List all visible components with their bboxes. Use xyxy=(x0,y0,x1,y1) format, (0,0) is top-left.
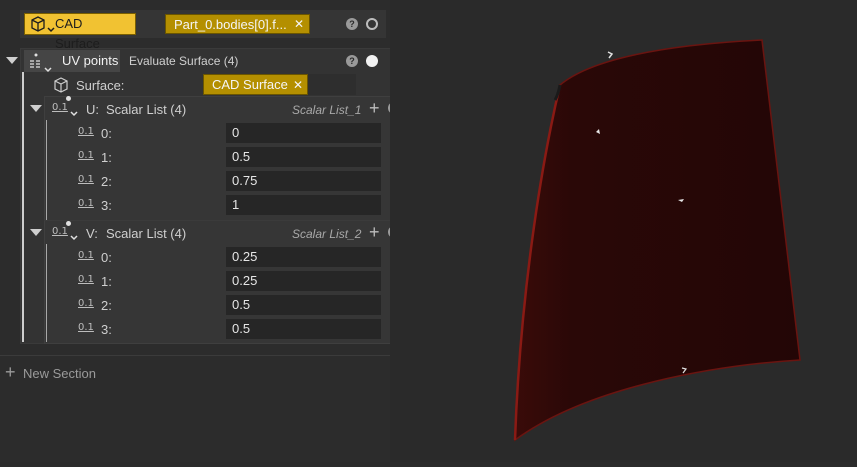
cad-surface-render xyxy=(513,39,801,442)
help-icon[interactable]: ? xyxy=(346,18,358,30)
3d-viewport[interactable] xyxy=(390,0,857,462)
chevron-down-icon[interactable] xyxy=(44,58,52,80)
collapse-triangle-icon[interactable] xyxy=(30,229,42,236)
chevron-down-icon[interactable] xyxy=(47,20,55,38)
add-v-item-button[interactable]: + xyxy=(369,222,380,243)
chevron-down-icon[interactable] xyxy=(70,104,78,122)
v-value-input[interactable]: 0.25 xyxy=(226,247,381,267)
v-index-3: 3: xyxy=(101,322,112,337)
scalar-item-icon: 0.1 xyxy=(78,174,94,185)
v-index-0: 0: xyxy=(101,250,112,265)
active-dot-icon[interactable] xyxy=(366,55,378,67)
chevron-down-icon[interactable] xyxy=(70,228,78,246)
new-section-button[interactable]: New Section xyxy=(23,366,96,381)
scalar-item-icon: 0.1 xyxy=(78,274,94,285)
add-u-item-button[interactable]: + xyxy=(369,98,380,119)
v-axis-label: V: xyxy=(86,226,98,241)
scalar-item-icon: 0.1 xyxy=(78,198,94,209)
clear-source-icon[interactable]: ✕ xyxy=(294,14,308,34)
u-index-1: 1: xyxy=(101,150,112,165)
u-list-hint: Scalar List_1 xyxy=(292,103,362,117)
v-list-hint: Scalar List_2 xyxy=(292,227,362,241)
source-reference-value: Part_0.bodies[0].f... xyxy=(174,17,287,32)
v-value-input[interactable]: 0.5 xyxy=(226,319,381,339)
scalar-item-icon: 0.1 xyxy=(78,298,94,309)
divider xyxy=(0,355,390,356)
v-list-title: Scalar List (4) xyxy=(106,226,187,241)
add-section-icon[interactable]: + xyxy=(5,362,16,383)
u-index-2: 2: xyxy=(101,174,112,189)
v-value-input[interactable]: 0.5 xyxy=(226,295,381,315)
uv-points-label: UV points xyxy=(62,53,119,68)
v-value-input[interactable]: 0.25 xyxy=(226,271,381,291)
clear-surface-icon[interactable]: ✕ xyxy=(293,75,307,95)
u-value-input[interactable]: 0 xyxy=(226,123,381,143)
operation-label: Evaluate Surface (4) xyxy=(129,54,239,68)
u-index-3: 3: xyxy=(101,198,112,213)
u-value-input[interactable]: 1 xyxy=(226,195,381,215)
u-index-0: 0: xyxy=(101,126,112,141)
node-type-label: CAD Surface xyxy=(55,16,100,51)
v-index-1: 1: xyxy=(101,274,112,289)
v-guide-line xyxy=(46,244,47,342)
surface-field-label: Surface: xyxy=(76,78,125,93)
u-list-title: Scalar List (4) xyxy=(106,102,187,117)
u-value-input[interactable]: 0.75 xyxy=(226,171,381,191)
u-guide-line xyxy=(46,120,47,220)
source-reference-chip[interactable]: Part_0.bodies[0].f... xyxy=(165,14,310,34)
bullet-icon xyxy=(66,96,71,101)
cad-cube-icon xyxy=(53,77,69,98)
help-icon[interactable]: ? xyxy=(346,55,358,67)
u-value-input[interactable]: 0.5 xyxy=(226,147,381,167)
scalar-item-icon: 0.1 xyxy=(78,250,94,261)
scalar-item-icon: 0.1 xyxy=(78,322,94,333)
v-index-2: 2: xyxy=(101,298,112,313)
collapse-triangle-icon[interactable] xyxy=(6,57,18,64)
uv-points-tab[interactable]: UV points xyxy=(24,50,120,73)
scalar-item-icon: 0.1 xyxy=(78,126,94,137)
scalar-index-icon: 0.1 xyxy=(52,102,68,113)
scalar-index-icon: 0.1 xyxy=(52,226,68,237)
divider xyxy=(44,220,406,221)
scalar-item-icon: 0.1 xyxy=(78,150,94,161)
section-guide-line xyxy=(22,72,24,342)
u-axis-label: U: xyxy=(86,102,99,117)
surface-input-value: CAD Surface xyxy=(212,77,288,92)
toggle-ring-icon[interactable] xyxy=(366,18,378,30)
surface-input-tail xyxy=(308,74,356,95)
cad-cube-icon xyxy=(30,16,46,37)
list-points-icon xyxy=(28,53,42,76)
collapse-triangle-icon[interactable] xyxy=(30,105,42,112)
